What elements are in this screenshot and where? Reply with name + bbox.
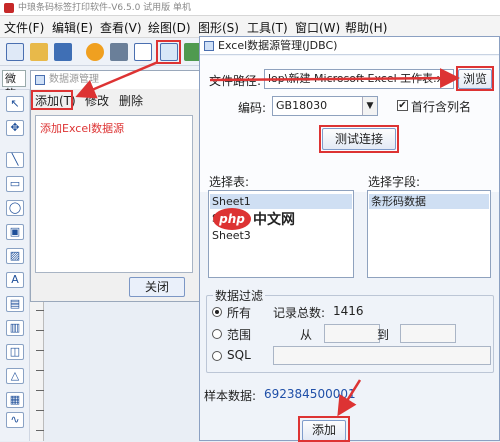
grid-tool-icon[interactable]: ▦ — [6, 392, 24, 408]
filter-range-radio[interactable] — [212, 329, 222, 339]
delete-datasource-button[interactable]: 删除 — [119, 92, 143, 109]
range-from-label: 从 — [300, 328, 313, 342]
print-icon[interactable] — [110, 43, 128, 61]
text-tool-icon[interactable]: A — [6, 272, 24, 288]
datasource-dialog-title: 数据源管理 — [31, 71, 199, 89]
settings-icon[interactable] — [86, 43, 104, 61]
edit-datasource-button[interactable]: 修改 — [85, 92, 109, 109]
range-from-stepper[interactable] — [324, 324, 380, 343]
ruler-tick — [36, 410, 44, 411]
browse-highlight — [456, 66, 494, 91]
filter-group-label: 数据过滤 — [213, 287, 266, 304]
datasource-manager-dialog: 数据源管理 添加(T) 修改 删除 添加Excel数据源 关闭 — [30, 70, 200, 302]
open-folder-icon[interactable] — [30, 43, 48, 61]
menu-shape[interactable]: 图形(S) — [198, 19, 239, 36]
dialog-icon — [204, 41, 214, 51]
menu-window[interactable]: 窗口(W) — [295, 19, 340, 36]
file-path-label: 文件路径: — [209, 74, 262, 88]
ellipse-tool-icon[interactable]: ◯ — [6, 200, 24, 216]
menu-view[interactable]: 查看(V) — [100, 19, 142, 36]
filter-all-radio[interactable] — [212, 307, 222, 317]
pan-tool-icon[interactable]: ✥ — [6, 120, 24, 136]
add-button-highlight — [298, 416, 350, 442]
app-title-bar: 中琅条码标签打印软件-V6.5.0 试用版 单机 — [0, 0, 500, 16]
field-list[interactable]: 条形码数据 — [367, 190, 491, 278]
php-logo: php — [213, 208, 251, 230]
range-to-label: 到 — [377, 328, 390, 342]
encoding-value: GB18030 — [276, 99, 328, 112]
menu-help[interactable]: 帮助(H) — [345, 19, 387, 36]
encoding-label: 编码: — [238, 101, 267, 115]
filter-range-label: 范围 — [227, 328, 252, 342]
filter-sql-radio[interactable] — [212, 351, 222, 361]
sql-input[interactable] — [273, 346, 491, 365]
curve-tool-icon[interactable]: ∿ — [6, 412, 24, 428]
record-count-label: 记录总数: — [273, 306, 326, 320]
jdbc-dialog-title: Excel数据源管理(JDBC) — [200, 37, 499, 55]
datasource-list[interactable]: 添加Excel数据源 — [35, 115, 193, 273]
barcode-tool-icon[interactable]: ▣ — [6, 224, 24, 240]
database-settings-highlight — [156, 40, 181, 64]
paragraph-tool-icon[interactable]: ▤ — [6, 296, 24, 312]
image-tool-icon[interactable]: ▨ — [6, 248, 24, 264]
select-field-label: 选择字段: — [368, 175, 421, 189]
header-checkbox[interactable]: ✔ — [397, 100, 408, 111]
line-tool-icon[interactable]: ╲ — [6, 152, 24, 168]
close-button[interactable]: 关闭 — [129, 277, 185, 297]
excel-jdbc-dialog: Excel数据源管理(JDBC) 文件路径: lop\新建 Microsoft … — [199, 36, 500, 442]
rectangle-tool-icon[interactable]: ▭ — [6, 176, 24, 192]
watermark: php 中文网 — [213, 205, 303, 235]
menu-bar: 文件(F) 编辑(E) 查看(V) 绘图(D) 图形(S) 工具(T) 窗口(W… — [0, 16, 500, 38]
ruler-tick — [36, 370, 44, 371]
field-list-item[interactable]: 条形码数据 — [369, 194, 489, 209]
sample-label: 样本数据: — [204, 389, 257, 403]
sample-value: 692384500001 — [264, 387, 356, 401]
app-logo-icon — [4, 3, 14, 13]
range-to-stepper[interactable] — [400, 324, 456, 343]
test-connection-highlight — [319, 125, 399, 153]
menu-file[interactable]: 文件(F) — [4, 19, 44, 36]
save-icon[interactable] — [54, 43, 72, 61]
record-count-value: 1416 — [333, 304, 364, 318]
select-tool-icon[interactable]: ↖ — [6, 96, 24, 112]
app-title: 中琅条码标签打印软件-V6.5.0 试用版 单机 — [18, 3, 192, 13]
chevron-down-icon[interactable]: ▼ — [362, 97, 377, 115]
select-table-label: 选择表: — [209, 175, 250, 189]
add-button-highlight — [31, 90, 73, 110]
table-tool-icon[interactable]: ▥ — [6, 320, 24, 336]
header-checkbox-label: 首行含列名 — [411, 100, 472, 114]
filter-all-label: 所有 — [227, 306, 252, 320]
ruler-tick — [36, 390, 44, 391]
ruler-tick — [36, 430, 44, 431]
watermark-text: 中文网 — [253, 212, 295, 228]
menu-edit[interactable]: 编辑(E) — [52, 19, 93, 36]
menu-draw[interactable]: 绘图(D) — [148, 19, 191, 36]
dialog-icon — [35, 75, 45, 85]
menu-tools[interactable]: 工具(T) — [247, 19, 288, 36]
ruler-tick — [36, 350, 44, 351]
print-preview-icon[interactable] — [134, 43, 152, 61]
new-document-icon[interactable] — [6, 43, 24, 61]
file-path-input[interactable]: lop\新建 Microsoft Excel 工作表.xls — [264, 69, 454, 89]
ruler-tick — [36, 330, 44, 331]
filter-sql-label: SQL — [227, 348, 251, 362]
annotation-text: 添加Excel数据源 — [40, 122, 125, 135]
triangle-tool-icon[interactable]: △ — [6, 368, 24, 384]
tool-column: ↖ ✥ ╲ ▭ ◯ ▣ ▨ A ▤ ▥ ◫ △ ▦ ∿ — [0, 90, 30, 441]
frame-tool-icon[interactable]: ◫ — [6, 344, 24, 360]
vertical-ruler — [30, 300, 44, 441]
font-select[interactable]: 微软 — [2, 70, 26, 100]
ruler-tick — [36, 310, 44, 311]
